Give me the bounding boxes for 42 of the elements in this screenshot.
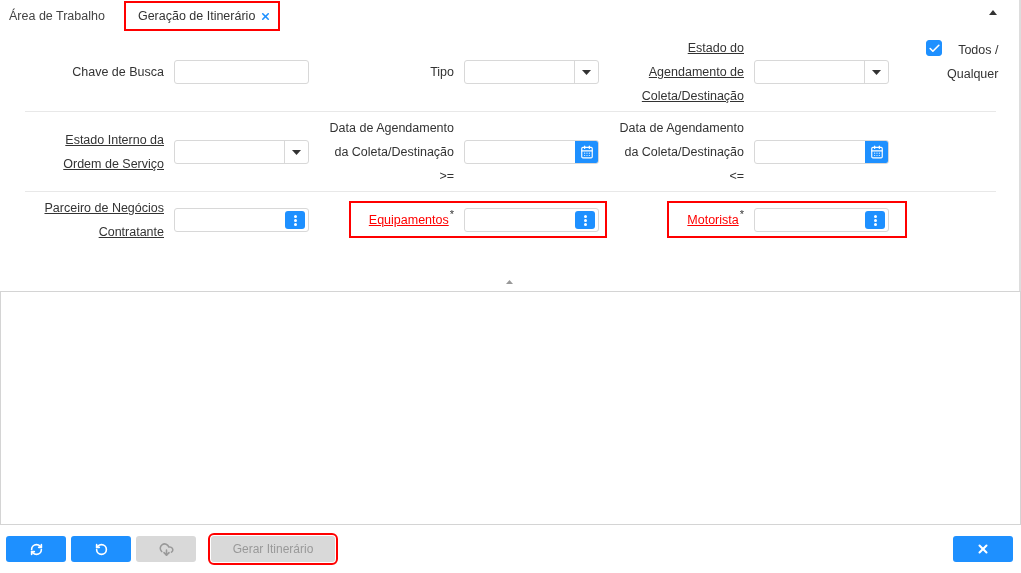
refresh-button[interactable] [6, 536, 66, 562]
field-label[interactable]: Equipamentos [368, 208, 449, 232]
splitter-icon[interactable] [506, 280, 513, 284]
collapse-icon[interactable] [989, 10, 997, 15]
dropdown-field[interactable] [754, 60, 889, 84]
field-label: Data de Agendamento da Coleta/Destinação >= [329, 120, 454, 185]
caret-icon [582, 69, 591, 75]
cloud-download-icon [158, 541, 174, 557]
caret-icon [872, 69, 881, 75]
field-label[interactable]: Motorista [687, 208, 739, 232]
required-mark: * [739, 208, 744, 220]
field-label[interactable]: Estado Interno da Ordem de Serviço [63, 128, 164, 176]
checkbox-label: Todos / Qualquer [947, 42, 999, 83]
tab[interactable]: Geração de Itinerário [123, 1, 281, 31]
close-button[interactable] [953, 536, 1013, 562]
dots-icon [873, 214, 877, 226]
dots-icon [583, 214, 587, 226]
close-icon [976, 542, 990, 556]
calendar-icon [579, 145, 594, 159]
date-field[interactable] [464, 140, 599, 164]
tab[interactable]: Área de Trabalho [6, 1, 114, 31]
lookup-field[interactable] [464, 208, 599, 232]
dropdown-field[interactable] [464, 60, 599, 84]
checkbox[interactable] [926, 40, 942, 56]
field-label[interactable]: Estado do Agendamento de Coleta/Destinação [641, 36, 744, 108]
date-field[interactable] [754, 140, 889, 164]
close-icon[interactable] [260, 10, 272, 22]
field-label: Tipo [430, 64, 454, 81]
required-mark: * [449, 208, 454, 220]
field-label: Data de Agendamento da Coleta/Destinação <= [619, 120, 744, 185]
calendar-icon [869, 145, 884, 159]
lookup-field[interactable] [754, 208, 889, 232]
field-label: Chave de Busca [72, 64, 164, 81]
dropdown-field[interactable] [174, 140, 309, 164]
dots-icon [293, 214, 297, 226]
lookup-field[interactable] [174, 208, 309, 232]
undo-icon [94, 542, 108, 556]
undo-button[interactable] [71, 536, 131, 562]
field-label[interactable]: Parceiro de Negócios Contratante [44, 196, 164, 244]
refresh-icon [29, 542, 43, 556]
text-field[interactable] [174, 60, 309, 84]
caret-icon [292, 149, 301, 155]
